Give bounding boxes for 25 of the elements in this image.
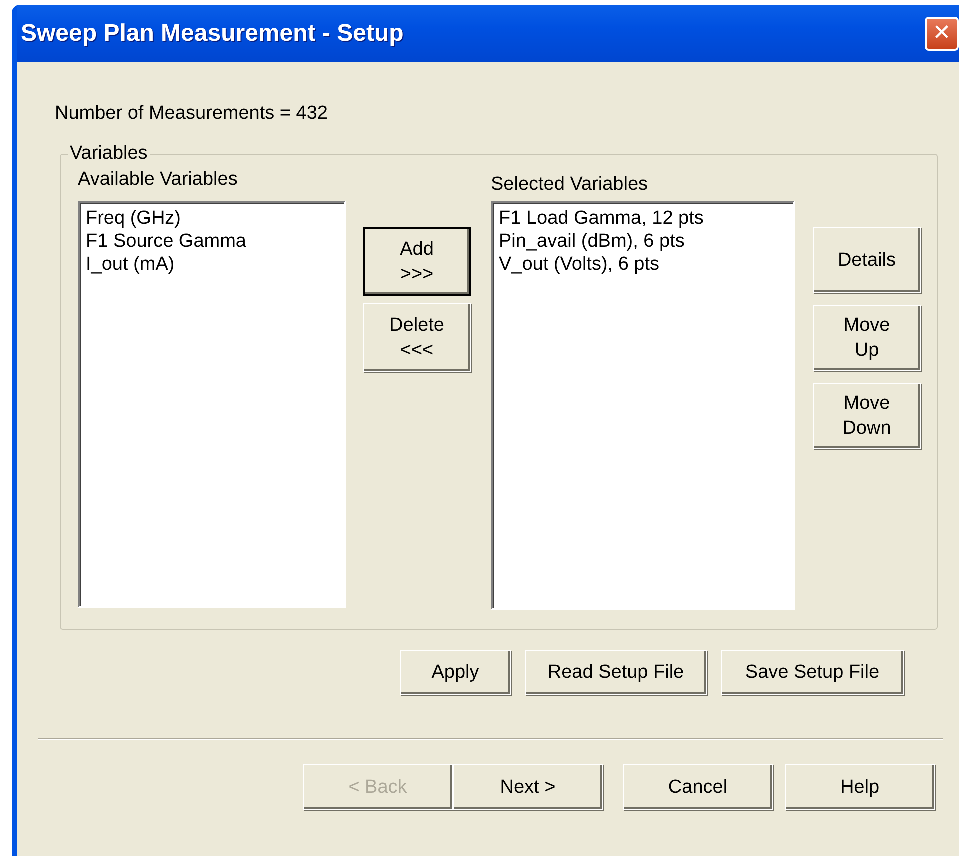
available-list[interactable]: Freq (GHz) F1 Source Gamma I_out (mA) xyxy=(78,201,346,608)
list-label: Selected Variables xyxy=(491,174,648,196)
group-title: Variables xyxy=(69,143,149,165)
list-label: Available Variables xyxy=(78,169,238,191)
order-button[interactable]: Move Down xyxy=(813,383,921,449)
list-item[interactable]: F1 Load Gamma, 12 pts xyxy=(499,207,704,230)
order-button[interactable]: Move Up xyxy=(813,305,921,371)
wizard-button[interactable]: Help xyxy=(785,764,935,810)
selected-list[interactable]: F1 Load Gamma, 12 pts Pin_avail (dBm), 6 pts V_out (Volts), 6 pts xyxy=(491,201,795,610)
transfer-button[interactable]: Delete <<< xyxy=(363,303,471,372)
list-item[interactable]: Pin_avail (dBm), 6 pts xyxy=(499,230,685,253)
file-button[interactable]: Save Setup File xyxy=(721,650,904,695)
wizard-button[interactable]: Cancel xyxy=(623,764,773,810)
list-item[interactable]: Freq (GHz) xyxy=(86,207,181,230)
close-button[interactable]: ✕ xyxy=(925,16,959,50)
measurement-count: Number of Measurements = 432 xyxy=(55,103,328,125)
wizard-button[interactable]: Next > xyxy=(453,764,603,810)
order-button[interactable]: Details xyxy=(813,227,921,293)
list-item[interactable]: I_out (mA) xyxy=(86,253,175,276)
file-button[interactable]: Apply xyxy=(400,650,511,695)
list-item[interactable]: V_out (Volts), 6 pts xyxy=(499,253,660,276)
transfer-button[interactable]: Add >>> xyxy=(363,227,471,296)
list-item[interactable]: F1 Source Gamma xyxy=(86,230,246,253)
file-button[interactable]: Read Setup File xyxy=(525,650,707,695)
window-title: Sweep Plan Measurement - Setup xyxy=(21,20,404,48)
